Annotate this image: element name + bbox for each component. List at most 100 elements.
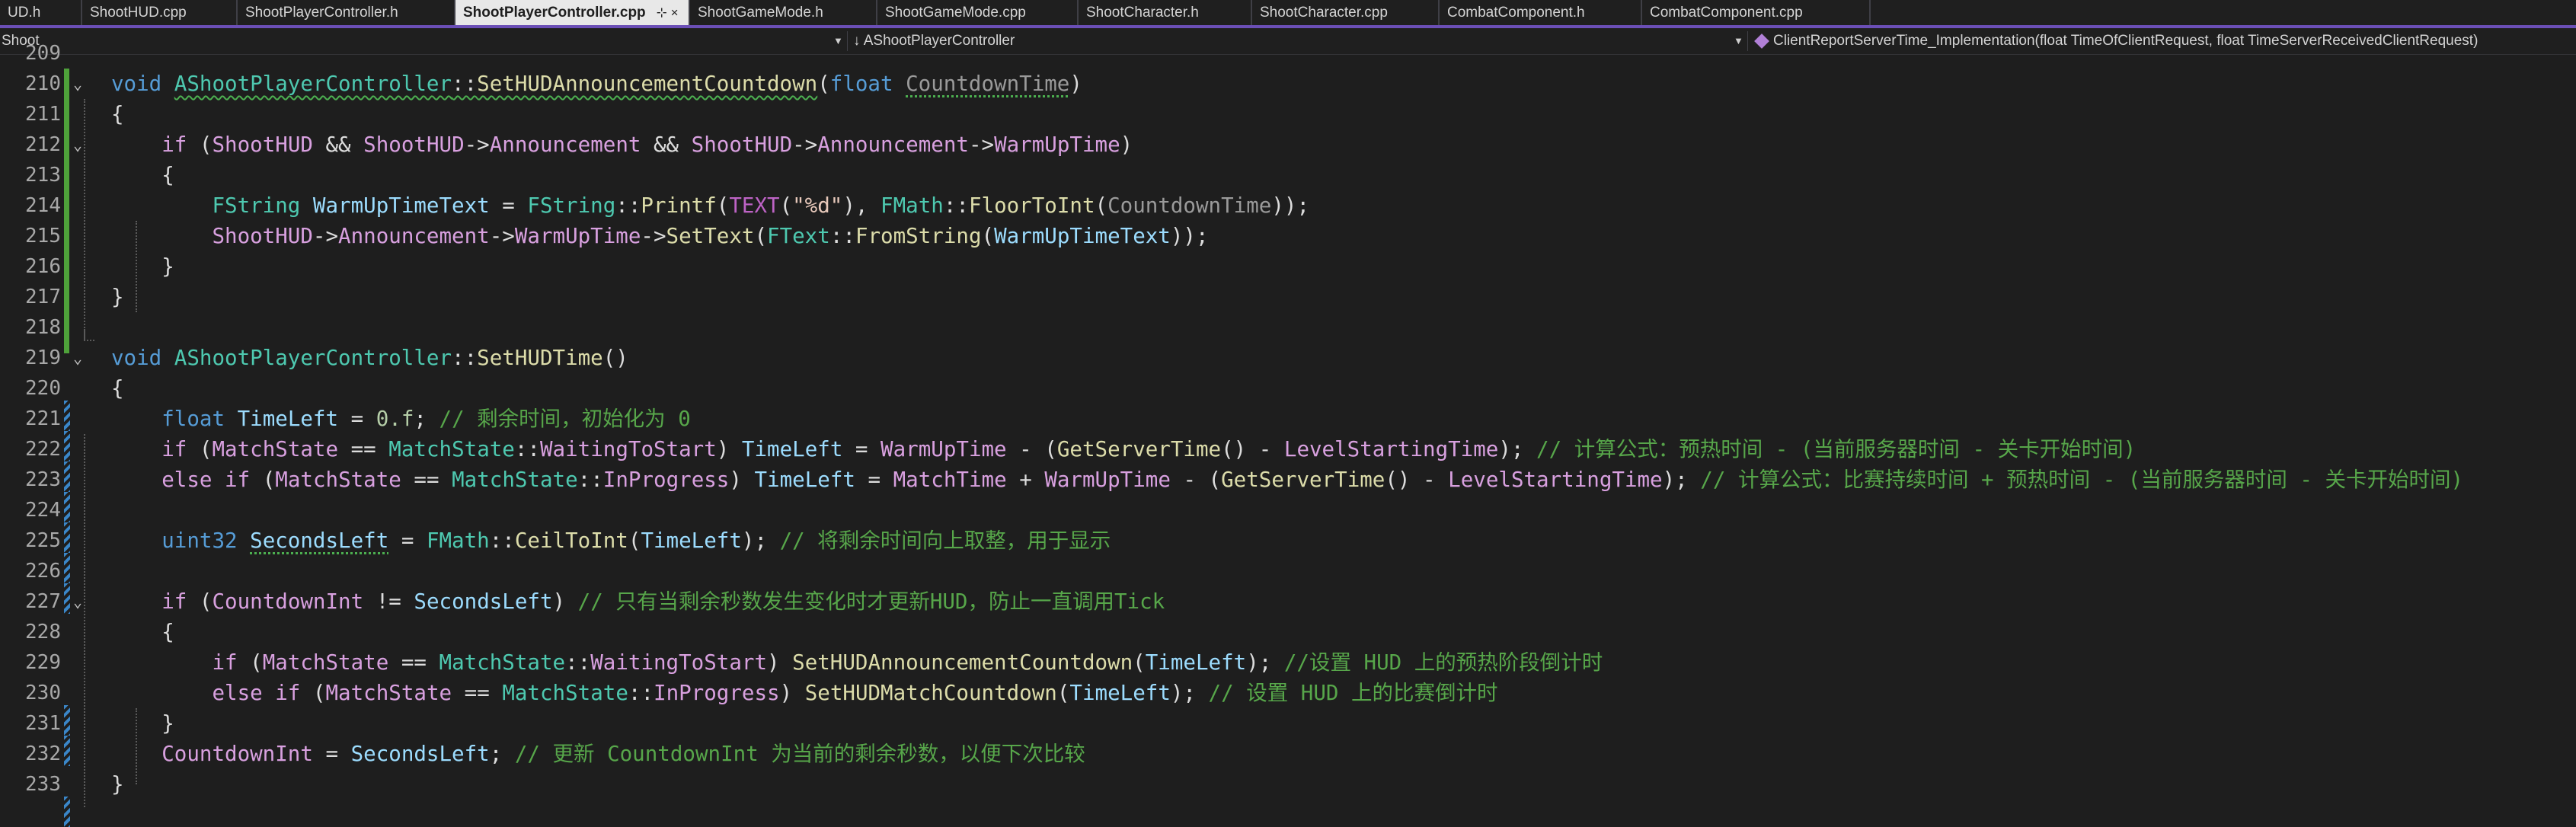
code-line: 225 uint32 SecondsLeft = FMath::CeilToIn… bbox=[0, 525, 2576, 556]
token: ) bbox=[779, 681, 805, 705]
token: ) bbox=[1069, 72, 1082, 96]
token: if bbox=[212, 650, 238, 675]
line-number: 212 bbox=[25, 133, 61, 156]
token: :: bbox=[452, 346, 478, 370]
token: = bbox=[842, 437, 881, 461]
token: FString bbox=[527, 193, 616, 218]
tab-label: CombatComponent.cpp bbox=[1650, 5, 1803, 21]
tab-label: ShootPlayerController.h bbox=[245, 5, 398, 21]
token: AShootPlayerController bbox=[174, 346, 452, 370]
code-editor[interactable]: 209 210 ⌄ void AShootPlayerController::S… bbox=[0, 42, 2576, 827]
token: else bbox=[212, 681, 263, 705]
token: ) bbox=[1120, 133, 1133, 157]
tab-label: ShootGameMode.cpp bbox=[885, 5, 1026, 21]
token: WarmUpTime bbox=[1044, 468, 1171, 492]
fold-chevron-icon[interactable]: ⌄ bbox=[73, 69, 82, 99]
line-number: 226 bbox=[25, 560, 61, 583]
code-line: 213 { bbox=[0, 160, 2576, 190]
token: ( bbox=[754, 224, 768, 248]
tab-shootgamemode-cpp[interactable]: ShootGameMode.cpp bbox=[877, 0, 1079, 25]
token: - ( bbox=[1170, 468, 1222, 492]
token: TimeLeft bbox=[1069, 681, 1171, 705]
tab-shootcharacter-cpp[interactable]: ShootCharacter.cpp bbox=[1252, 0, 1440, 25]
token: = bbox=[312, 742, 351, 766]
token: ( bbox=[1133, 650, 1146, 675]
tab-shootcharacter-h[interactable]: ShootCharacter.h bbox=[1079, 0, 1252, 25]
close-icon[interactable]: × bbox=[671, 5, 679, 20]
tab-shoothud-cpp[interactable]: ShootHUD.cpp bbox=[82, 0, 238, 25]
tab-combatcomponent-h[interactable]: CombatComponent.h bbox=[1440, 0, 1642, 25]
fold-chevron-icon[interactable]: ⌄ bbox=[73, 343, 82, 373]
token: :: bbox=[615, 193, 641, 218]
brace: { bbox=[161, 620, 174, 644]
token: WarmUpTimeText bbox=[994, 224, 1171, 248]
fold-chevron-icon[interactable]: ⌄ bbox=[73, 586, 82, 617]
line-number: 229 bbox=[25, 651, 61, 674]
token: SetHUDAnnouncementCountdown bbox=[477, 72, 818, 96]
token: SetText bbox=[666, 224, 755, 248]
tab-shootplayercontroller-h[interactable]: ShootPlayerController.h bbox=[238, 0, 455, 25]
tab-shootgamemode-h[interactable]: ShootGameMode.h bbox=[690, 0, 877, 25]
token: ShootHUD bbox=[212, 133, 313, 157]
token: InProgress bbox=[602, 468, 730, 492]
token: ShootHUD bbox=[212, 224, 313, 248]
line-number: 223 bbox=[25, 468, 61, 491]
token: FMath bbox=[881, 193, 944, 218]
code-line: 211 { bbox=[0, 99, 2576, 129]
token: :: bbox=[628, 681, 654, 705]
brace: { bbox=[111, 102, 124, 126]
line-number: 210 bbox=[25, 72, 61, 95]
tab-combatcomponent-cpp[interactable]: CombatComponent.cpp bbox=[1642, 0, 1871, 25]
token: && bbox=[312, 133, 364, 157]
brace: } bbox=[111, 285, 124, 309]
token: ( bbox=[237, 650, 263, 675]
line-number: 219 bbox=[25, 346, 61, 369]
token: ) bbox=[729, 468, 755, 492]
tab-label: UD.h bbox=[8, 5, 41, 21]
token: GetServerTime bbox=[1221, 468, 1385, 492]
document-tab-bar: UD.h ShootHUD.cpp ShootPlayerController.… bbox=[0, 0, 2576, 28]
token: CountdownInt bbox=[212, 589, 364, 614]
comment: // 计算公式：预热时间 - (当前服务器时间 - 关卡开始时间) bbox=[1536, 437, 2137, 461]
token: SetHUDTime bbox=[477, 346, 603, 370]
line-number: 233 bbox=[25, 773, 61, 796]
line-number: 225 bbox=[25, 529, 61, 552]
token: SecondsLeft bbox=[414, 589, 553, 614]
token: ) bbox=[716, 437, 742, 461]
token: TimeLeft bbox=[1145, 650, 1247, 675]
code-line: 233 } bbox=[0, 769, 2576, 800]
token: == bbox=[452, 681, 503, 705]
token: ( bbox=[300, 681, 326, 705]
token: if bbox=[161, 437, 187, 461]
line-number: 215 bbox=[25, 225, 61, 247]
token: :: bbox=[489, 528, 515, 553]
token: MatchState bbox=[212, 437, 339, 461]
token: ); bbox=[1498, 437, 1537, 461]
pin-icon[interactable]: ⊹ bbox=[657, 5, 667, 20]
line-number: 216 bbox=[25, 255, 61, 278]
token: -> bbox=[312, 224, 339, 248]
token: ShootHUD bbox=[691, 133, 793, 157]
code-line: 232 CountdownInt = SecondsLeft; // 更新 Co… bbox=[0, 739, 2576, 769]
line-number: 220 bbox=[25, 377, 61, 400]
tab-shootplayercontroller-cpp[interactable]: ShootPlayerController.cpp ⊹ × bbox=[455, 0, 690, 25]
line-number: 213 bbox=[25, 164, 61, 187]
tab-ud-h[interactable]: UD.h bbox=[0, 0, 82, 25]
token: 0.f bbox=[376, 407, 414, 431]
token: ( bbox=[250, 468, 276, 492]
tab-label: ShootPlayerController.cpp bbox=[463, 5, 646, 21]
token: ); bbox=[741, 528, 780, 553]
token: = bbox=[489, 193, 528, 218]
line-number: 227 bbox=[25, 590, 61, 613]
token: TimeLeft bbox=[754, 468, 855, 492]
token: if bbox=[275, 681, 301, 705]
token: LevelStartingTime bbox=[1448, 468, 1663, 492]
fold-chevron-icon[interactable]: ⌄ bbox=[73, 129, 82, 160]
code-line: 223 else if (MatchState == MatchState::I… bbox=[0, 465, 2576, 495]
code-line: 214 FString WarmUpTimeText = FString::Pr… bbox=[0, 190, 2576, 221]
token: SecondsLeft bbox=[250, 528, 389, 553]
token: ( bbox=[817, 72, 830, 96]
comment: // 将剩余时间向上取整，用于显示 bbox=[779, 528, 1111, 553]
code-line: 212 ⌄ if (ShootHUD && ShootHUD->Announce… bbox=[0, 129, 2576, 160]
token: != bbox=[363, 589, 414, 614]
